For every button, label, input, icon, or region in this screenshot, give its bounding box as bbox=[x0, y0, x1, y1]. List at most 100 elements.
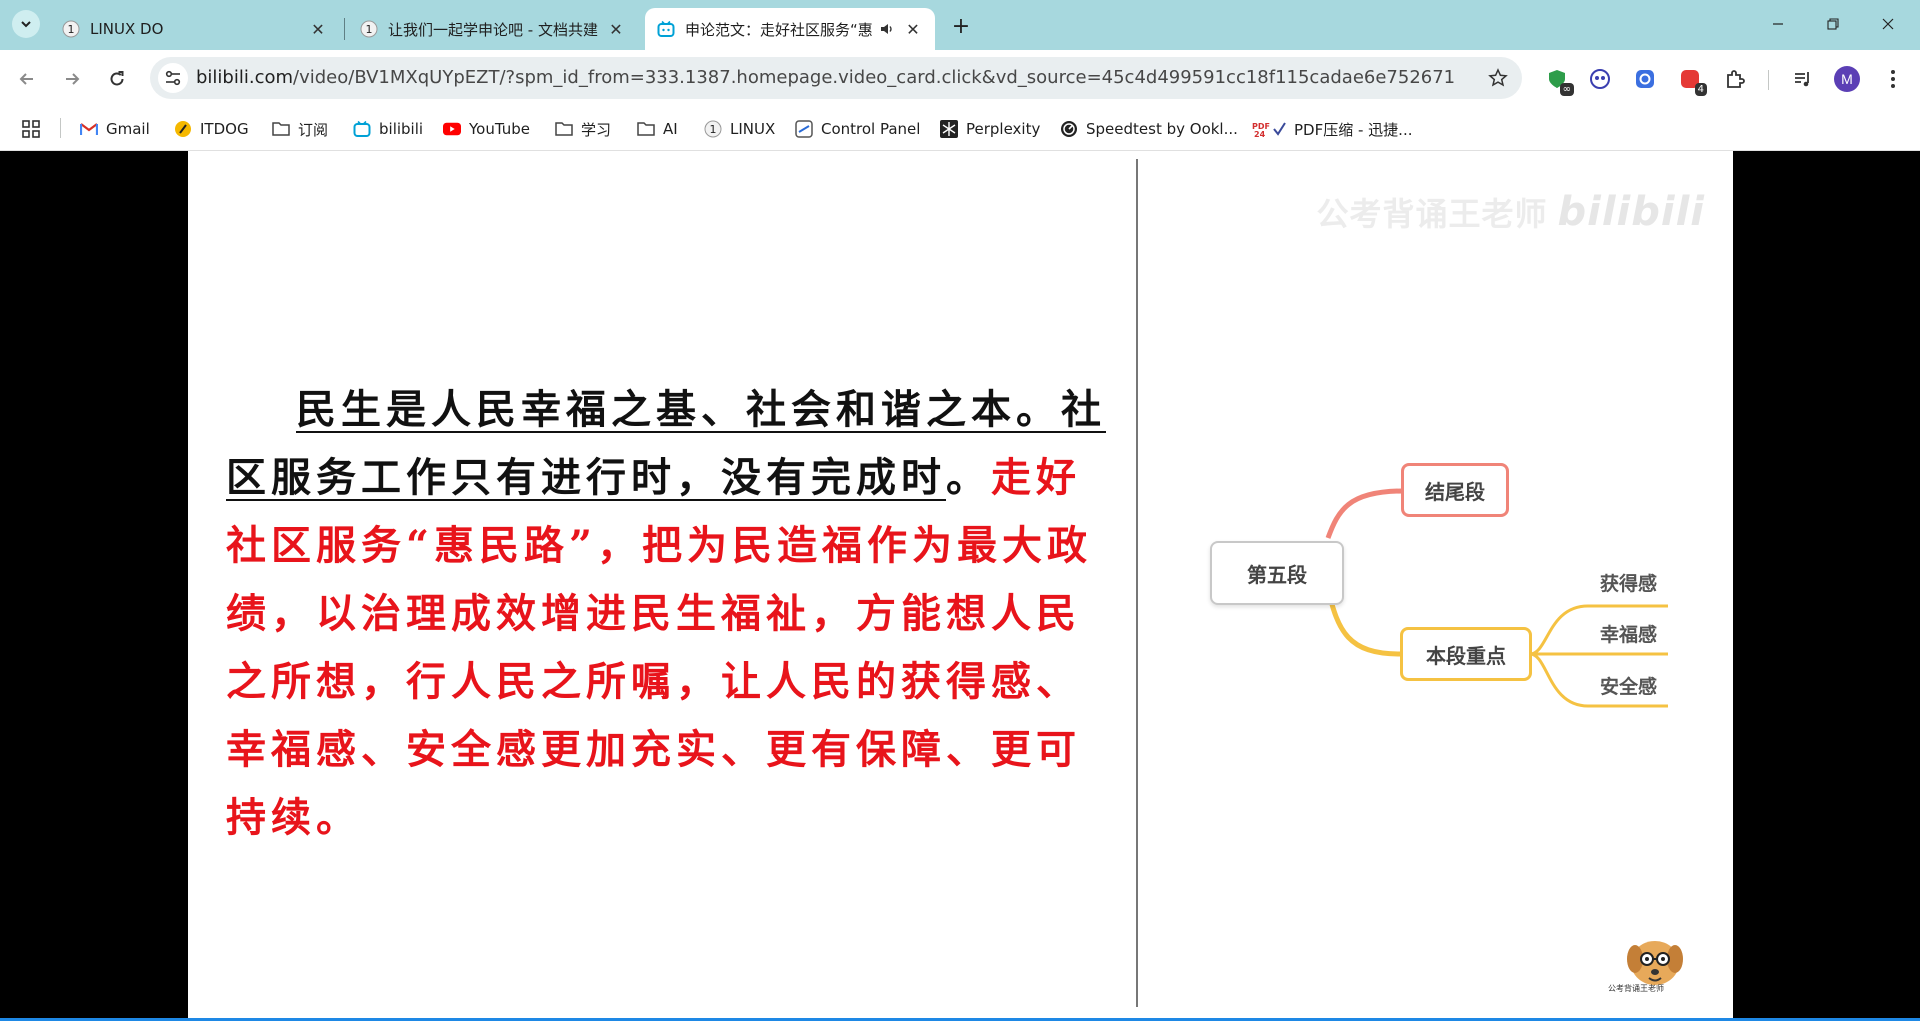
media-controls-button[interactable] bbox=[1788, 64, 1818, 94]
extension-badge: 4 bbox=[1694, 83, 1707, 96]
bookmark-label: bilibili bbox=[379, 120, 424, 138]
control-panel-icon bbox=[795, 120, 813, 138]
bookmark-folder-xuexi[interactable]: 学习 bbox=[555, 117, 611, 141]
channel-logo-caption: 公考背诵王老师 bbox=[1608, 984, 1664, 993]
profile-avatar[interactable]: M bbox=[1834, 66, 1860, 92]
bookmark-label: 订阅 bbox=[298, 120, 329, 139]
bookmark-bilibili[interactable]: bilibili bbox=[353, 117, 423, 141]
bookmark-label: 学习 bbox=[581, 120, 612, 139]
bookmark-label: Perplexity bbox=[966, 120, 1041, 138]
extension-button[interactable] bbox=[1585, 64, 1615, 94]
folder-icon bbox=[637, 120, 655, 138]
url-text[interactable]: bilibili.com/video/BV1MXqUYpEZT/?spm_id_… bbox=[196, 67, 1455, 88]
forward-button[interactable] bbox=[57, 64, 87, 94]
apps-button[interactable] bbox=[22, 117, 40, 141]
close-icon bbox=[1882, 18, 1894, 30]
folder-icon bbox=[555, 120, 573, 138]
linuxdo-icon: 1 bbox=[360, 20, 378, 38]
close-window-button[interactable] bbox=[1866, 8, 1910, 40]
perplexity-icon bbox=[940, 120, 958, 138]
extensions-menu-button[interactable] bbox=[1720, 64, 1750, 94]
close-tab-icon[interactable]: ✕ bbox=[606, 19, 626, 39]
bilibili-icon bbox=[657, 20, 675, 38]
video-frame-slide: 民生是人民幸福之基、社会和谐之本。社区服务工作只有进行时，没有完成时。走好社区服… bbox=[188, 151, 1733, 1018]
bookmark-label: ITDOG bbox=[200, 120, 249, 138]
bookmark-label: Control Panel bbox=[821, 120, 921, 138]
bookmark-perplexity[interactable]: Perplexity bbox=[940, 117, 1040, 141]
browser-toolbar: bilibili.com/video/BV1MXqUYpEZT/?spm_id_… bbox=[0, 50, 1920, 107]
bookmark-youtube[interactable]: YouTube bbox=[443, 117, 530, 141]
restore-button[interactable] bbox=[1811, 8, 1855, 40]
address-bar[interactable]: bilibili.com/video/BV1MXqUYpEZT/?spm_id_… bbox=[150, 57, 1522, 99]
close-tab-icon[interactable]: ✕ bbox=[308, 19, 328, 39]
reload-button[interactable] bbox=[102, 64, 132, 94]
speaker-icon[interactable] bbox=[877, 19, 897, 39]
svg-text:1: 1 bbox=[366, 23, 373, 36]
mindmap-node-conclusion: 结尾段 bbox=[1401, 463, 1509, 517]
extension-badge: ∞ bbox=[1559, 83, 1574, 96]
extension-button[interactable]: 4 bbox=[1675, 64, 1707, 96]
bookmark-label: Speedtest by Ookl... bbox=[1086, 120, 1238, 138]
new-tab-button[interactable]: + bbox=[947, 12, 975, 40]
youtube-icon bbox=[443, 120, 461, 138]
bookmark-itdog[interactable]: ITDOG bbox=[174, 117, 249, 141]
restore-icon bbox=[1827, 18, 1839, 30]
browser-menu-button[interactable] bbox=[1878, 64, 1908, 94]
more-vertical-icon bbox=[1891, 70, 1895, 88]
translate-extension-icon bbox=[1636, 70, 1654, 88]
bookmark-label: Gmail bbox=[106, 120, 150, 138]
linuxdo-icon: 1 bbox=[704, 120, 722, 138]
ghost-extension-icon bbox=[1590, 69, 1610, 89]
mindmap-leaf-security: 安全感 bbox=[1600, 676, 1658, 698]
extension-button[interactable] bbox=[1630, 64, 1660, 94]
bookmark-pdf[interactable]: PDF 24 PDF压缩 - 迅捷... bbox=[1252, 117, 1412, 141]
queue-music-icon bbox=[1795, 72, 1809, 87]
arrow-left-icon bbox=[19, 73, 33, 85]
bookmark-label: AI bbox=[663, 120, 678, 138]
url-path: /video/BV1MXqUYpEZT/?spm_id_from=333.138… bbox=[293, 67, 1456, 88]
tab-title: 让我们一起学申论吧 - 文档共建 bbox=[388, 20, 598, 39]
back-button[interactable] bbox=[12, 64, 42, 94]
gmail-icon bbox=[80, 120, 98, 138]
site-info-button[interactable] bbox=[158, 63, 188, 93]
bookmark-gmail[interactable]: Gmail bbox=[80, 117, 150, 141]
folder-icon bbox=[272, 120, 290, 138]
close-tab-icon[interactable]: ✕ bbox=[903, 19, 923, 39]
bilibili-icon bbox=[353, 120, 371, 138]
bookmark-control-panel[interactable]: Control Panel bbox=[795, 117, 920, 141]
apps-grid-icon bbox=[22, 120, 40, 138]
tab-search-button[interactable] bbox=[12, 10, 40, 38]
speedtest-icon bbox=[1060, 120, 1078, 138]
tab-title: LINUX DO bbox=[90, 20, 164, 38]
bookmark-linux[interactable]: 1 LINUX bbox=[704, 117, 775, 141]
svg-text:24: 24 bbox=[1254, 130, 1266, 138]
bookmark-label: LINUX bbox=[730, 120, 776, 138]
bookmark-speedtest[interactable]: Speedtest by Ookl... bbox=[1060, 117, 1238, 141]
mindmap-node-key-points: 本段重点 bbox=[1400, 627, 1532, 681]
mindmap-leaf-happiness: 幸福感 bbox=[1600, 624, 1658, 646]
minimize-icon bbox=[1773, 23, 1783, 25]
video-player[interactable]: 民生是人民幸福之基、社会和谐之本。社区服务工作只有进行时，没有完成时。走好社区服… bbox=[0, 151, 1920, 1018]
svg-text:1: 1 bbox=[68, 23, 75, 36]
puzzle-icon bbox=[1727, 70, 1745, 88]
pdf-icon: PDF 24 bbox=[1252, 120, 1286, 138]
reload-icon bbox=[110, 71, 124, 86]
tab-wenjian[interactable]: 1 让我们一起学申论吧 - 文档共建 ✕ bbox=[348, 8, 638, 50]
minimize-button[interactable] bbox=[1756, 8, 1800, 40]
bookmarks-bar: Gmail ITDOG 订阅 bilibili YouTube 学习 AI 1 … bbox=[0, 107, 1920, 151]
tab-linux-do[interactable]: 1 LINUX DO ✕ bbox=[50, 8, 340, 50]
svg-text:1: 1 bbox=[710, 123, 717, 136]
url-host: bilibili.com bbox=[196, 67, 294, 88]
linuxdo-icon: 1 bbox=[62, 20, 80, 38]
bookmark-folder-ai[interactable]: AI bbox=[637, 117, 678, 141]
tab-strip: 1 LINUX DO ✕ 1 让我们一起学申论吧 - 文档共建 ✕ 申论范文：走… bbox=[0, 0, 1920, 50]
bookmark-label: PDF压缩 - 迅捷... bbox=[1294, 120, 1413, 139]
tab-active-bilibili[interactable]: 申论范文：走好社区服务“惠 ✕ bbox=[645, 8, 935, 50]
extension-button[interactable]: ∞ bbox=[1542, 64, 1574, 96]
tab-title: 申论范文：走好社区服务“惠 bbox=[685, 20, 873, 39]
bookmark-star-button[interactable] bbox=[1486, 66, 1510, 90]
bookmarks-divider bbox=[60, 118, 61, 138]
mindmap-root-node: 第五段 bbox=[1210, 541, 1344, 605]
bookmark-folder-dingyue[interactable]: 订阅 bbox=[272, 117, 328, 141]
bookmark-label: YouTube bbox=[469, 120, 530, 138]
